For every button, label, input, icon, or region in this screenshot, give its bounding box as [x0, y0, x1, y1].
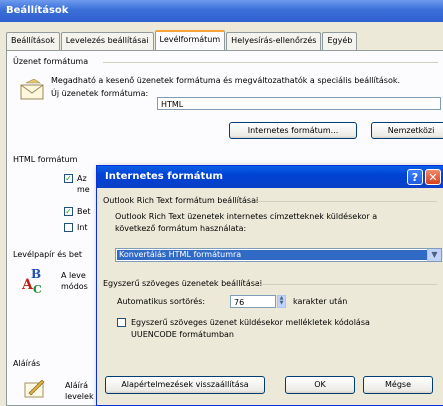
svg-text:C: C: [33, 283, 42, 295]
tab-mail-format[interactable]: Levélformátum: [154, 30, 226, 50]
group-divider: [257, 201, 437, 202]
internet-format-button[interactable]: Internetes formátum...: [229, 122, 357, 139]
tab-mail-setup[interactable]: Levelezés beállításai: [60, 32, 154, 50]
signature-group-label: Aláírás: [13, 359, 41, 368]
uuencode-label-line1: Egyszerű szöveges üzenet küldésekor mell…: [131, 318, 370, 327]
html-format-group-label: HTML formátum: [13, 155, 78, 164]
html-option1-label-line2: me: [77, 185, 90, 194]
chevron-down-icon[interactable]: ▼: [427, 249, 441, 261]
rtf-description-line1: Outlook Rich Text üzenetek internetes cí…: [115, 212, 378, 221]
close-button[interactable]: ✕: [425, 169, 441, 185]
internet-format-dialog: Internetes formátum ? ✕ Outlook Rich Tex…: [96, 165, 443, 406]
group-divider: [103, 62, 438, 63]
autowrap-spinner[interactable]: ▲ ▼: [277, 295, 286, 308]
format-select[interactable]: HTML: [157, 97, 441, 110]
help-button[interactable]: ?: [407, 169, 423, 185]
new-messages-format-label: Új üzenetek formátuma:: [51, 89, 149, 98]
rtf-description-line2: következő formátum használata:: [115, 224, 247, 233]
font-abc-icon: B A C: [21, 267, 42, 295]
html-option2-label: Bet: [77, 207, 91, 216]
rtf-conversion-value: Konvertálás HTML formátumra: [117, 250, 427, 260]
signature-line1: Aláírá: [65, 381, 89, 390]
stationery-line1: A leve: [61, 271, 86, 280]
envelope-icon: [20, 79, 44, 100]
html-option1-checkbox[interactable]: ✓: [64, 174, 73, 183]
html-option3-label: Int: [77, 223, 88, 232]
plain-text-group-label: Egyszerű szöveges üzenetek beállításai: [103, 279, 263, 288]
tab-other[interactable]: Egyéb: [322, 32, 358, 50]
stationery-group-label: Levélpapír és bet: [13, 250, 82, 259]
autowrap-suffix: karakter után: [293, 297, 348, 306]
html-option1-label: Az: [77, 174, 87, 183]
dialog-title: Internetes formátum: [105, 171, 223, 182]
window-title: Beállítások: [6, 5, 69, 16]
autowrap-label: Automatikus sortörés:: [117, 297, 206, 306]
message-format-description: Megadható a kesenő üzenetek formátuma és…: [51, 76, 401, 85]
autowrap-input[interactable]: 76: [230, 295, 276, 308]
message-format-group-label: Üzenet formátuma: [13, 57, 89, 66]
rtf-conversion-dropdown[interactable]: Konvertálás HTML formátumra ▼: [115, 248, 442, 262]
international-options-button[interactable]: Nemzetközi: [371, 122, 443, 139]
dialog-title-bar: Internetes formátum ? ✕: [97, 166, 443, 188]
restore-defaults-button[interactable]: Alapértelmezések visszaállítása: [105, 376, 265, 394]
tab-strip: Beállítások Levelezés beállításai Levélf…: [6, 30, 358, 50]
html-option2-checkbox[interactable]: ✓: [64, 207, 73, 216]
tab-spelling[interactable]: Helyesírás-ellenőrzés: [226, 32, 322, 50]
stationery-line2: módos: [61, 282, 88, 291]
uuencode-label-line2: UUENCODE formátumban: [131, 330, 234, 339]
group-divider: [257, 284, 437, 285]
rtf-group-label: Outlook Rich Text formátum beállításai: [103, 196, 259, 205]
signature-line2: levelek: [65, 392, 94, 401]
html-option3-checkbox[interactable]: [64, 223, 73, 232]
window-title-bar: Beállítások: [0, 0, 443, 22]
ok-button[interactable]: OK: [285, 376, 355, 394]
uuencode-checkbox[interactable]: [117, 318, 126, 327]
cancel-button[interactable]: Mégse: [363, 376, 433, 394]
tab-settings[interactable]: Beállítások: [6, 32, 60, 50]
signature-pen-icon: [24, 379, 45, 398]
